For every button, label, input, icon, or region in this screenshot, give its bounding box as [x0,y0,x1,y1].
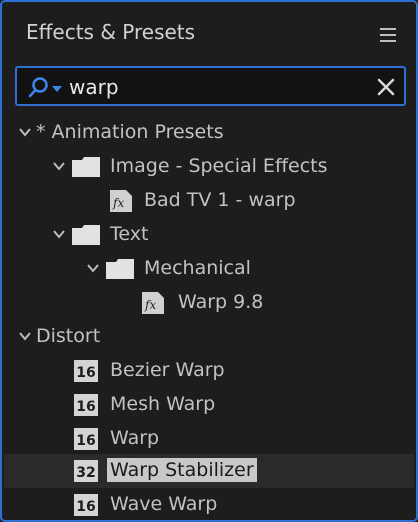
tree-item-label: Bezier Warp [110,359,225,381]
tree-item-label: Wave Warp [110,493,218,515]
svg-text:16: 16 [76,433,95,449]
tree-item-label: Warp [110,427,160,449]
tree-item-label: Text [110,223,149,245]
tree-item-warp[interactable]: 16 Warp [4,422,414,456]
tree-item-warp-9-8[interactable]: fx Warp 9.8 [4,286,414,320]
tree-item-bad-tv-warp[interactable]: fx Bad TV 1 - warp [4,184,414,218]
tree-item-wave-warp[interactable]: 16 Wave Warp [4,488,414,520]
bit-depth-icon: 16 [74,494,98,516]
svg-text:fx: fx [144,298,156,312]
effects-tree: * Animation Presets Image - Special Effe… [2,114,416,520]
svg-text:32: 32 [76,465,95,481]
tree-item-label: Bad TV 1 - warp [144,189,296,211]
bit-depth-icon: 16 [74,394,98,416]
close-icon[interactable] [376,77,396,97]
folder-icon [106,259,134,279]
bit-depth-icon: 16 [74,428,98,450]
chevron-down-icon[interactable] [52,161,66,171]
bit-depth-icon: 16 [74,360,98,382]
panel-header: Effects & Presets [2,2,416,60]
tree-item-label: Warp 9.8 [178,291,264,313]
effects-presets-panel: Effects & Presets * Animation Presets [0,0,418,522]
folder-icon [72,225,100,245]
tree-item-label: Mesh Warp [110,393,216,415]
panel-title: Effects & Presets [26,20,196,44]
tree-item-label: Mechanical [144,257,251,279]
fx-preset-icon: fx [110,190,132,212]
bit-depth-icon: 32 [74,460,98,482]
tree-item-image-special-effects[interactable]: Image - Special Effects [4,150,414,184]
svg-text:fx: fx [112,196,124,210]
tree-item-text[interactable]: Text [4,218,414,252]
chevron-down-icon[interactable] [86,263,100,273]
svg-text:16: 16 [76,399,95,415]
chevron-down-icon[interactable] [18,127,32,137]
tree-item-label: * Animation Presets [36,121,224,143]
svg-text:16: 16 [76,499,95,515]
menu-icon[interactable] [380,28,396,42]
tree-item-mechanical[interactable]: Mechanical [4,252,414,286]
tree-item-animation-presets[interactable]: * Animation Presets [4,116,414,150]
tree-item-label: Image - Special Effects [110,155,328,177]
tree-item-distort[interactable]: Distort [4,320,414,354]
svg-text:16: 16 [76,365,95,381]
search-input[interactable] [69,74,369,100]
chevron-down-icon[interactable] [18,331,32,341]
tree-item-warp-stabilizer[interactable]: 32 Warp Stabilizer [4,454,414,488]
chevron-down-icon[interactable] [52,229,66,239]
tree-item-mesh-warp[interactable]: 16 Mesh Warp [4,388,414,422]
tree-item-bezier-warp[interactable]: 16 Bezier Warp [4,354,414,388]
search-icon[interactable] [28,76,64,98]
tree-item-label: Warp Stabilizer [107,458,257,482]
folder-icon [72,157,100,177]
tree-item-label: Distort [36,325,101,347]
search-box [15,66,406,106]
fx-preset-icon: fx [142,292,164,314]
